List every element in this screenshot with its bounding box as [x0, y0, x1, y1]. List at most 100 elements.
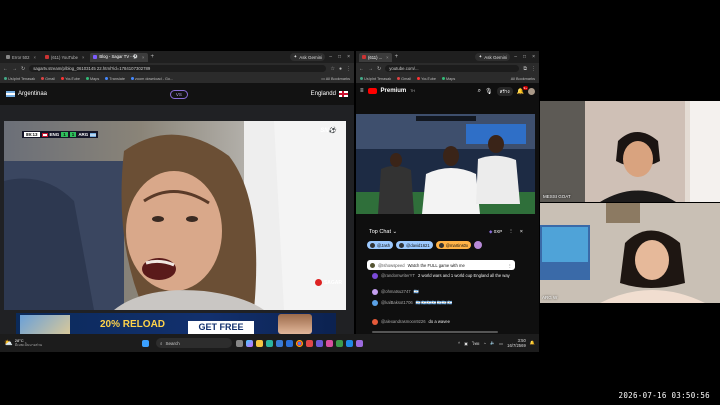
bell-icon[interactable]: 🔔 9+: [517, 85, 528, 95]
stream-video[interactable]: 89:13 ENG 1 1 ARG SN⚽ SAGAR: [4, 121, 346, 310]
avatar[interactable]: [474, 241, 483, 249]
chrome-icon[interactable]: [296, 339, 303, 347]
window-controls-right: – □ ×: [510, 54, 539, 60]
argentina-flag-icon: [6, 91, 15, 97]
app-icon[interactable]: [346, 339, 353, 347]
youtube-logo-icon[interactable]: [367, 88, 377, 94]
new-tab-icon[interactable]: +: [151, 54, 155, 60]
pinned-user-pill[interactable]: @david1621: [396, 241, 433, 249]
tab-sagartv[interactable]: Blog - Sagar TV - ⚽ ×: [90, 52, 148, 62]
task-view-icon[interactable]: [236, 339, 243, 347]
copilot-icon[interactable]: [246, 339, 253, 347]
app-icon[interactable]: [326, 339, 333, 347]
ad-image-right: [278, 314, 312, 334]
close-icon[interactable]: ×: [142, 55, 144, 60]
forward-icon[interactable]: →: [368, 66, 373, 72]
bookmark-item[interactable]: Translate: [105, 76, 125, 81]
close-chat-icon[interactable]: ×: [520, 229, 523, 235]
more-icon[interactable]: ⋮: [508, 263, 512, 268]
profile-icon[interactable]: ●: [339, 66, 342, 72]
avatar[interactable]: [528, 87, 535, 95]
hamburger-icon[interactable]: ≡: [360, 88, 364, 94]
menu-icon[interactable]: ⋮: [531, 66, 536, 72]
maximize-icon[interactable]: □: [338, 54, 341, 60]
bookmark-item[interactable]: Gmail: [397, 76, 411, 81]
clock[interactable]: 3:50 16/7/2569: [507, 338, 526, 348]
language-indicator[interactable]: ไทย: [472, 340, 479, 347]
close-icon[interactable]: ×: [33, 55, 35, 60]
mic-icon[interactable]: 🎙: [485, 88, 493, 95]
left-bookmarks-bar: UsIpInt Tenasak Gmail YouTube Maps Trans…: [0, 74, 354, 83]
create-button[interactable]: สร้าง: [496, 86, 513, 96]
search-icon: ⌕: [160, 340, 163, 346]
tray-chevron-icon[interactable]: ^: [458, 341, 460, 346]
ask-gemini-button[interactable]: ✦ Ask Gemini: [290, 53, 326, 61]
team-left-name: Argentinaa: [18, 91, 48, 97]
bookmark-item[interactable]: zoom download - Go...: [130, 76, 173, 81]
close-icon[interactable]: ×: [386, 55, 388, 60]
weather-widget[interactable]: ⛅ 28°C มีเมฆเป็นบางส่วน: [4, 338, 52, 348]
minimize-icon[interactable]: –: [329, 54, 332, 60]
ad-banner[interactable]: 20% RELOAD GET FREE: [16, 313, 336, 334]
extensions-icon[interactable]: ⧉: [523, 66, 527, 72]
menu-icon[interactable]: ⋮: [346, 66, 351, 72]
file-explorer-icon[interactable]: [256, 339, 263, 347]
close-window-icon[interactable]: ×: [532, 54, 535, 60]
app-icon[interactable]: [336, 339, 343, 347]
chat-scrollbar[interactable]: [372, 331, 498, 333]
pinned-message[interactable]: @Ishowspeed Watch the FULL game with me …: [367, 260, 515, 270]
ad-cta-button[interactable]: GET FREE: [188, 321, 254, 334]
app-icon[interactable]: [306, 339, 313, 347]
points-badge: ◆ 0XP: [489, 229, 503, 234]
reload-icon[interactable]: ↻: [21, 66, 25, 72]
store-icon[interactable]: [276, 339, 283, 347]
url-input[interactable]: sagartv.stream/p/blog_06103145 22.html?i…: [29, 65, 327, 72]
bookmark-item[interactable]: Gmail: [41, 76, 55, 81]
bookmark-item[interactable]: Maps: [442, 76, 455, 81]
volume-icon[interactable]: 🔈: [490, 340, 495, 346]
all-bookmarks[interactable]: ▭ All Bookmarks: [321, 76, 350, 81]
all-bookmarks[interactable]: All Bookmarks: [511, 77, 535, 81]
bookmark-item[interactable]: UsIpInt Tenasak: [4, 76, 35, 81]
tab-error-502[interactable]: Error 502 ×: [3, 53, 39, 62]
chat-message: @randomwriterYT 2 world wars and 1 world …: [372, 273, 520, 279]
ask-gemini-button-right[interactable]: ✦ Ask Gemini: [475, 53, 511, 61]
chat-mode-dropdown[interactable]: Top Chat ⌄: [369, 229, 397, 235]
home-score: 1: [61, 132, 68, 137]
close-icon[interactable]: ×: [82, 55, 84, 60]
edge-icon[interactable]: [266, 339, 273, 347]
forward-icon[interactable]: →: [12, 66, 17, 72]
search-icon[interactable]: ⌕: [478, 88, 481, 95]
bookmark-item[interactable]: UsIpInt Tenasak: [360, 76, 391, 81]
windows-start-icon[interactable]: [142, 339, 149, 347]
app-icon[interactable]: [356, 339, 363, 347]
notifications-icon[interactable]: 🔔: [530, 340, 535, 346]
wifi-icon[interactable]: ◔: [483, 341, 486, 346]
url-input-right[interactable]: youtube.com/...: [385, 65, 520, 72]
maximize-icon[interactable]: □: [523, 54, 526, 60]
pinned-user-pill[interactable]: @Jash: [367, 241, 394, 249]
pinned-user-pill[interactable]: @martins0x: [435, 241, 472, 249]
chat-message: @ohmatsu2747 🇦🇷: [372, 289, 520, 295]
bookmark-item[interactable]: YouTube: [417, 76, 436, 81]
left-address-bar: ← → ↻ sagartv.stream/p/blog_06103145 22.…: [0, 63, 354, 74]
new-tab-icon[interactable]: +: [395, 54, 399, 60]
tab-youtube[interactable]: (611) YouTube ×: [42, 53, 87, 62]
star-icon[interactable]: ☆: [330, 66, 334, 72]
app-icon[interactable]: [316, 339, 323, 347]
webcam-top-name: MESSI GOAT: [543, 194, 571, 199]
battery-icon[interactable]: ▭: [499, 341, 503, 346]
youtube-video[interactable]: [356, 114, 535, 214]
tab-youtube-right[interactable]: (611) ... ×: [359, 52, 392, 62]
back-icon[interactable]: ←: [359, 66, 364, 72]
minimize-icon[interactable]: –: [514, 54, 517, 60]
reload-icon[interactable]: ↻: [377, 66, 381, 72]
tray-app-icon[interactable]: ▣: [464, 341, 468, 346]
mail-icon[interactable]: [286, 339, 293, 347]
back-icon[interactable]: ←: [3, 66, 8, 72]
taskbar-search[interactable]: ⌕ Search: [156, 338, 232, 348]
bookmark-item[interactable]: YouTube: [61, 76, 80, 81]
bookmark-item[interactable]: Maps: [86, 76, 99, 81]
close-window-icon[interactable]: ×: [347, 54, 350, 60]
more-options-icon[interactable]: ⋮: [508, 229, 514, 235]
